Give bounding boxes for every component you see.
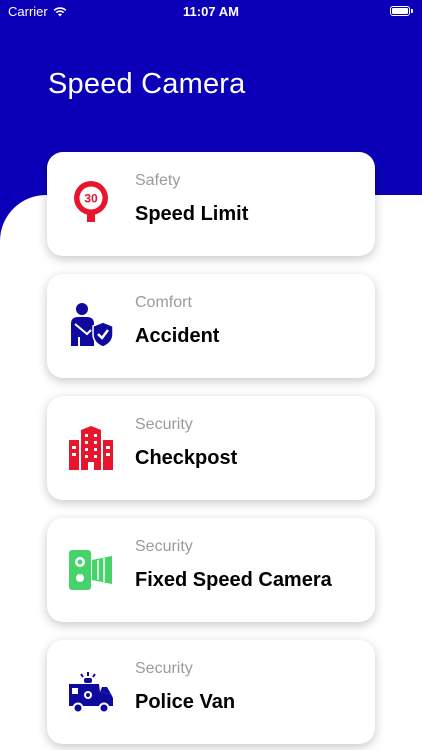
card-title: Speed Limit xyxy=(135,203,249,225)
card-title: Checkpost xyxy=(135,447,238,469)
card-police-van[interactable]: Security Police Van xyxy=(47,640,375,744)
card-fixed-speed-camera[interactable]: Security Fixed Speed Camera xyxy=(47,518,375,622)
page-title: Speed Camera xyxy=(48,68,246,100)
speed-camera-icon xyxy=(67,546,115,594)
card-category: Security xyxy=(135,416,193,433)
card-category: Security xyxy=(135,660,193,677)
card-category: Security xyxy=(135,538,193,555)
building-icon xyxy=(67,424,115,472)
card-title: Accident xyxy=(135,325,220,347)
speed-limit-sign-text: 30 xyxy=(84,192,98,206)
battery-icon xyxy=(390,6,413,16)
card-checkpost[interactable]: Security Checkpost xyxy=(47,396,375,500)
status-time: 11:07 AM xyxy=(183,4,239,19)
police-van-icon xyxy=(67,668,115,716)
card-accident[interactable]: Comfort Accident xyxy=(47,274,375,378)
category-list: 30 Safety Speed Limit Comfort Accident S… xyxy=(47,152,375,750)
card-category: Safety xyxy=(135,172,181,189)
card-category: Comfort xyxy=(135,294,192,311)
injured-person-shield-icon xyxy=(67,302,115,350)
speed-limit-sign-icon: 30 xyxy=(67,180,115,228)
status-bar: Carrier 11:07 AM xyxy=(0,0,422,24)
card-title: Police Van xyxy=(135,691,236,713)
card-title: Fixed Speed Camera xyxy=(135,569,332,591)
card-speed-limit[interactable]: 30 Safety Speed Limit xyxy=(47,152,375,256)
